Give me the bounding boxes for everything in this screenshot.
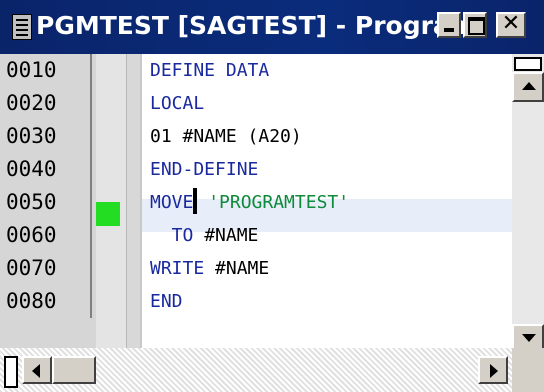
split-handle[interactable] bbox=[514, 57, 542, 71]
keyword: MOVE bbox=[150, 192, 194, 213]
scroll-right-button[interactable] bbox=[478, 356, 508, 384]
title-bar[interactable]: PGMTEST [SAGTEST] - Program ✕ bbox=[0, 0, 544, 54]
arrow-up-icon bbox=[522, 82, 536, 90]
minimize-button[interactable] bbox=[437, 12, 461, 38]
scroll-up-button[interactable] bbox=[512, 72, 544, 102]
marker-column[interactable] bbox=[96, 54, 127, 348]
window-title: PGMTEST [SAGTEST] - Program bbox=[36, 11, 476, 40]
line-number: 0070 bbox=[0, 252, 92, 285]
minimize-icon bbox=[444, 28, 454, 32]
keyword: WRITE bbox=[150, 258, 216, 279]
maximize-icon bbox=[468, 17, 485, 35]
horizontal-scroll-thumb[interactable] bbox=[52, 356, 96, 384]
line-number: 0080 bbox=[0, 285, 92, 318]
scroll-left-button[interactable] bbox=[22, 356, 52, 384]
arrow-left-icon bbox=[32, 364, 40, 378]
arrow-down-icon bbox=[522, 334, 536, 342]
line-number: 0010 bbox=[0, 54, 92, 87]
identifier: #NAME bbox=[204, 225, 259, 246]
keyword: END bbox=[150, 291, 183, 312]
line-number: 0030 bbox=[0, 120, 92, 153]
line-number-column: 0010 0020 0030 0040 0050 0060 0070 0080 bbox=[0, 54, 98, 348]
code-line[interactable]: DEFINE DATA bbox=[150, 54, 269, 87]
breakpoint-marker[interactable] bbox=[96, 202, 120, 226]
identifier: 01 #NAME (A20) bbox=[150, 126, 302, 147]
keyword: TO bbox=[150, 225, 205, 246]
program-icon[interactable] bbox=[12, 14, 32, 40]
keyword: DEFINE DATA bbox=[150, 60, 270, 81]
keyword: LOCAL bbox=[150, 93, 205, 114]
close-icon: ✕ bbox=[501, 11, 521, 36]
line-number: 0050 bbox=[0, 186, 92, 219]
program-editor-window: PGMTEST [SAGTEST] - Program ✕ 0010 0020 00… bbox=[0, 0, 544, 392]
code-line[interactable]: LOCAL bbox=[150, 87, 204, 120]
arrow-right-icon bbox=[490, 364, 498, 378]
identifier: #NAME bbox=[215, 258, 270, 279]
close-button[interactable]: ✕ bbox=[496, 11, 526, 38]
code-line[interactable]: MOVE 'PROGRAMTEST' bbox=[150, 186, 349, 219]
code-line[interactable]: 01 #NAME (A20) bbox=[150, 120, 302, 153]
maximize-button[interactable] bbox=[463, 12, 487, 38]
keyword: END-DEFINE bbox=[150, 159, 259, 180]
code-line[interactable]: WRITE #NAME bbox=[150, 252, 269, 285]
code-line[interactable]: TO #NAME bbox=[150, 219, 259, 252]
vertical-scrollbar[interactable] bbox=[512, 54, 544, 354]
line-number: 0020 bbox=[0, 87, 92, 120]
line-number: 0040 bbox=[0, 153, 92, 186]
code-editor-area[interactable]: DEFINE DATA LOCAL 01 #NAME (A20) END-DEFINE… bbox=[142, 54, 512, 348]
horizontal-split-handle[interactable] bbox=[4, 356, 18, 388]
code-line[interactable]: END-DEFINE bbox=[150, 153, 258, 186]
scrollbar-corner bbox=[512, 348, 544, 392]
string-literal: 'PROGRAMTEST' bbox=[197, 192, 350, 213]
line-number: 0060 bbox=[0, 219, 92, 252]
code-line[interactable]: END bbox=[150, 285, 183, 318]
horizontal-scrollbar[interactable] bbox=[0, 348, 512, 392]
